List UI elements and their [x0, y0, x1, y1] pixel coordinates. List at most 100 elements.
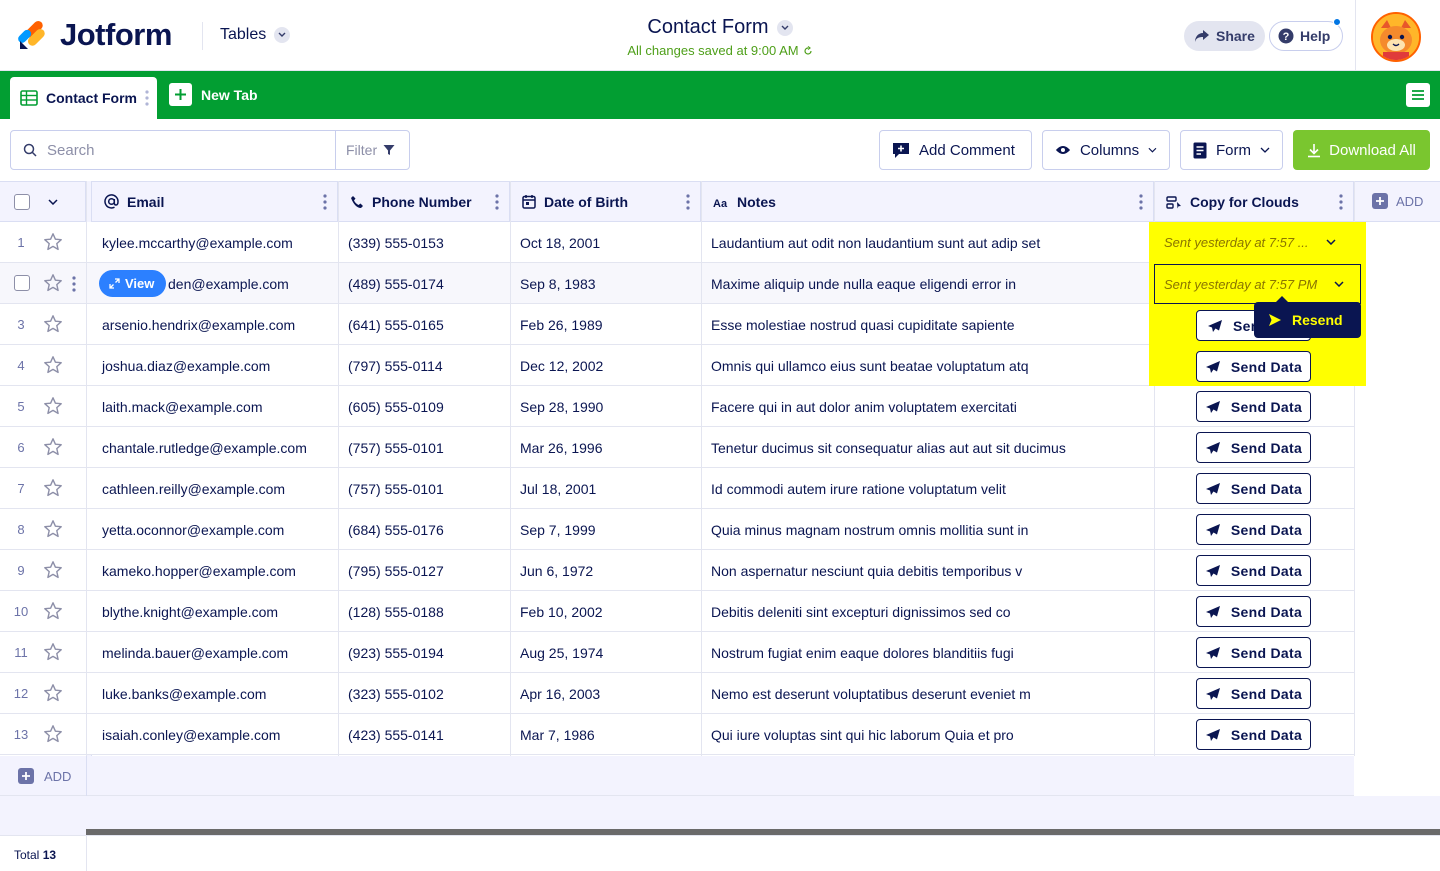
notes-cell[interactable]: Qui iure voluptas sint qui hic laborum Q…	[701, 714, 1154, 755]
column-header-phone[interactable]: Phone Number	[338, 181, 510, 222]
star-icon[interactable]	[43, 601, 63, 621]
dob-cell[interactable]: Jun 6, 1972	[510, 550, 701, 591]
columns-button[interactable]: Columns	[1042, 130, 1170, 170]
row-2-status-chevron-down-icon[interactable]	[1334, 281, 1344, 287]
send-data-button[interactable]: Send Data	[1196, 719, 1311, 750]
add-comment-button[interactable]: Add Comment	[879, 130, 1032, 170]
star-icon[interactable]	[43, 355, 63, 375]
selected-cell[interactable]: Sent yesterday at 7:57 PM	[1154, 264, 1361, 304]
download-all-button[interactable]: Download All	[1293, 130, 1430, 170]
phone-cell[interactable]: (128) 555-0188	[338, 591, 510, 632]
column-phone-options-icon[interactable]	[495, 194, 499, 210]
phone-cell[interactable]: (684) 555-0176	[338, 509, 510, 550]
search-input[interactable]	[47, 141, 307, 159]
column-email-options-icon[interactable]	[323, 194, 327, 210]
star-icon[interactable]	[43, 519, 63, 539]
tables-menu[interactable]: Tables	[220, 26, 291, 44]
phone-cell[interactable]: (605) 555-0109	[338, 386, 510, 427]
star-icon[interactable]	[43, 560, 63, 580]
hamburger-menu-icon[interactable]	[1406, 83, 1430, 107]
star-icon[interactable]	[43, 314, 63, 334]
dob-cell[interactable]: Oct 18, 2001	[510, 222, 701, 263]
email-cell[interactable]: isaiah.conley@example.com	[92, 714, 338, 755]
send-data-button[interactable]: Send Data	[1196, 596, 1311, 627]
phone-cell[interactable]: (641) 555-0165	[338, 304, 510, 345]
email-cell[interactable]: melinda.bauer@example.com	[92, 632, 338, 673]
select-chevron-down-icon[interactable]	[48, 198, 58, 205]
send-data-button[interactable]: Send Data	[1196, 678, 1311, 709]
phone-cell[interactable]: (757) 555-0101	[338, 427, 510, 468]
send-data-button[interactable]: Send Data	[1196, 637, 1311, 668]
dob-cell[interactable]: Dec 12, 2002	[510, 345, 701, 386]
email-cell[interactable]: kameko.hopper@example.com	[92, 550, 338, 591]
search-box[interactable]	[10, 130, 336, 170]
star-icon[interactable]	[43, 396, 63, 416]
table-row[interactable]: 12 luke.banks@example.com (323) 555-0102 Ap…	[0, 673, 1354, 714]
star-icon[interactable]	[43, 683, 63, 703]
dob-cell[interactable]: Mar 7, 1986	[510, 714, 701, 755]
column-header-dob[interactable]: Date of Birth	[510, 181, 701, 222]
star-icon[interactable]	[43, 232, 63, 252]
table-row[interactable]: 7 cathleen.reilly@example.com (757) 555-01…	[0, 468, 1354, 509]
notes-cell[interactable]: Maxime aliquip unde nulla eaque eligendi…	[701, 263, 1154, 304]
table-row[interactable]: 9 kameko.hopper@example.com (795) 555-0127…	[0, 550, 1354, 591]
new-tab-button[interactable]: New Tab	[169, 83, 258, 106]
table-row[interactable]: 13 isaiah.conley@example.com (423) 555-014…	[0, 714, 1354, 755]
email-cell[interactable]: cathleen.reilly@example.com	[92, 468, 338, 509]
notes-cell[interactable]: Debitis deleniti sint excepturi dignissi…	[701, 591, 1154, 632]
dob-cell[interactable]: Sep 7, 1999	[510, 509, 701, 550]
dob-cell[interactable]: Aug 25, 1974	[510, 632, 701, 673]
help-button[interactable]: ? Help	[1269, 21, 1344, 51]
notes-cell[interactable]: Omnis qui ullamco eius sunt beatae volup…	[701, 345, 1154, 386]
phone-cell[interactable]: (757) 555-0101	[338, 468, 510, 509]
star-icon[interactable]	[43, 437, 63, 457]
send-data-button[interactable]: Send Data	[1196, 432, 1311, 463]
dob-cell[interactable]: Sep 28, 1990	[510, 386, 701, 427]
column-clouds-options-icon[interactable]	[1339, 194, 1343, 210]
email-cell[interactable]: luke.banks@example.com	[92, 673, 338, 714]
email-cell[interactable]: yetta.oconnor@example.com	[92, 509, 338, 550]
notes-cell[interactable]: Quia minus magnam nostrum omnis mollitia…	[701, 509, 1154, 550]
phone-cell[interactable]: (423) 555-0141	[338, 714, 510, 755]
phone-cell[interactable]: (923) 555-0194	[338, 632, 510, 673]
phone-cell[interactable]: (339) 555-0153	[338, 222, 510, 263]
select-all-checkbox[interactable]	[14, 193, 30, 210]
table-row[interactable]: 6 chantale.rutledge@example.com (757) 555-…	[0, 427, 1354, 468]
send-data-button[interactable]: Send Data	[1196, 391, 1311, 422]
phone-cell[interactable]: (797) 555-0114	[338, 345, 510, 386]
title-chevron-down-icon[interactable]	[776, 19, 793, 36]
dob-cell[interactable]: Feb 10, 2002	[510, 591, 701, 632]
dob-cell[interactable]: Feb 26, 1989	[510, 304, 701, 345]
notes-cell[interactable]: Tenetur ducimus sit consequatur alias au…	[701, 427, 1154, 468]
star-icon[interactable]	[43, 478, 63, 498]
email-cell[interactable]: chantale.rutledge@example.com	[92, 427, 338, 468]
send-data-button[interactable]: Send Data	[1196, 555, 1311, 586]
notes-cell[interactable]: Esse molestiae nostrud quasi cupiditate …	[701, 304, 1154, 345]
resend-menu-option[interactable]: Resend	[1254, 296, 1361, 338]
add-row-button[interactable]: ADD	[18, 768, 71, 784]
email-cell[interactable]: arsenio.hendrix@example.com	[92, 304, 338, 345]
table-row[interactable]: 8 yetta.oconnor@example.com (684) 555-0176…	[0, 509, 1354, 550]
star-icon[interactable]	[43, 642, 63, 662]
star-icon[interactable]	[43, 273, 63, 293]
row-checkbox[interactable]	[14, 275, 30, 291]
email-cell[interactable]: laith.mack@example.com	[92, 386, 338, 427]
view-row-button[interactable]: View	[99, 270, 167, 297]
notes-cell[interactable]: Facere qui in aut dolor anim voluptatem …	[701, 386, 1154, 427]
dob-cell[interactable]: Sep 8, 1983	[510, 263, 701, 304]
add-column-button[interactable]: ADD	[1372, 193, 1423, 209]
filter-button[interactable]: Filter	[335, 130, 410, 170]
notes-cell[interactable]: Nemo est deserunt voluptatibus deserunt …	[701, 673, 1154, 714]
column-header-email[interactable]: Email	[92, 181, 338, 222]
tab-options-icon[interactable]	[145, 90, 149, 106]
row-1-status-chevron-down-icon[interactable]	[1326, 239, 1336, 245]
table-row[interactable]: 5 laith.mack@example.com (605) 555-0109 Sep…	[0, 386, 1354, 427]
share-button[interactable]: Share	[1184, 21, 1265, 51]
table-row[interactable]: 11 melinda.bauer@example.com (923) 555-019…	[0, 632, 1354, 673]
phone-cell[interactable]: (489) 555-0174	[338, 263, 510, 304]
table-row[interactable]: 10 blythe.knight@example.com (128) 555-018…	[0, 591, 1354, 632]
column-header-notes[interactable]: Aa Notes	[701, 181, 1154, 222]
notes-cell[interactable]: Nostrum fugiat enim eaque dolores blandi…	[701, 632, 1154, 673]
email-cell[interactable]: joshua.diaz@example.com	[92, 345, 338, 386]
phone-cell[interactable]: (795) 555-0127	[338, 550, 510, 591]
